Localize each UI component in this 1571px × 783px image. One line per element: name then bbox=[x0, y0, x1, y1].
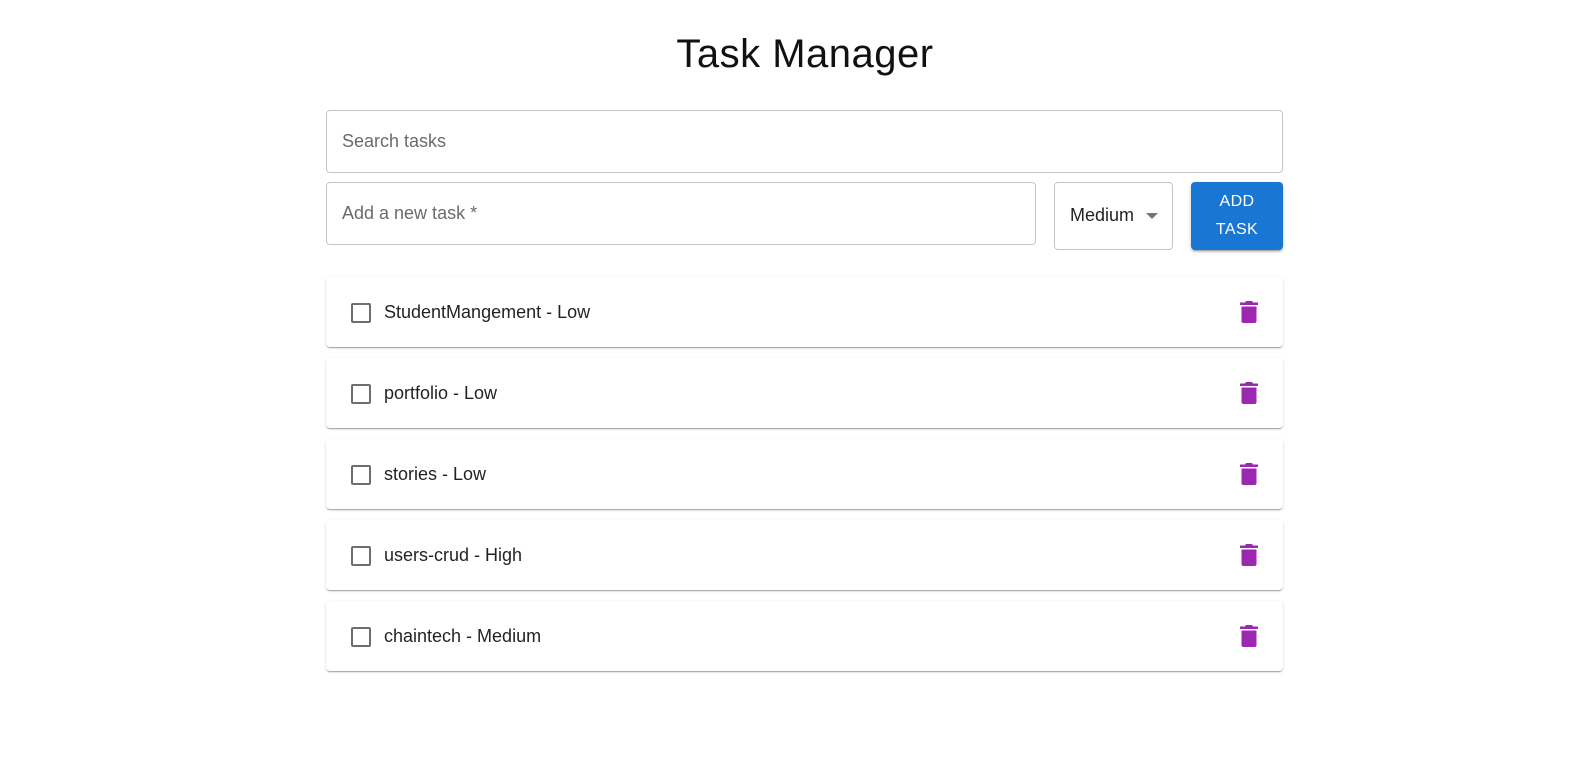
task-item: users-crud - High bbox=[326, 520, 1283, 590]
delete-task-button[interactable] bbox=[1232, 457, 1266, 491]
task-manager-app: Task Manager Medium ADD TASK StudentMang… bbox=[0, 0, 1571, 783]
task-list: StudentMangement - Low portfolio - Low s… bbox=[326, 277, 1283, 682]
task-item: chaintech - Medium bbox=[326, 601, 1283, 671]
task-item: stories - Low bbox=[326, 439, 1283, 509]
delete-task-button[interactable] bbox=[1232, 376, 1266, 410]
checkbox-unchecked-icon[interactable] bbox=[351, 546, 371, 566]
trash-icon bbox=[1240, 382, 1258, 404]
priority-select[interactable]: Medium bbox=[1054, 182, 1173, 250]
checkbox-unchecked-icon[interactable] bbox=[351, 627, 371, 647]
delete-task-button[interactable] bbox=[1232, 619, 1266, 653]
new-task-field[interactable] bbox=[326, 182, 1036, 245]
task-item: StudentMangement - Low bbox=[326, 277, 1283, 347]
search-input[interactable] bbox=[327, 111, 1282, 172]
checkbox-unchecked-icon[interactable] bbox=[351, 303, 371, 323]
trash-icon bbox=[1240, 544, 1258, 566]
add-task-button[interactable]: ADD TASK bbox=[1191, 182, 1283, 250]
trash-icon bbox=[1240, 301, 1258, 323]
task-label: portfolio - Low bbox=[384, 383, 498, 403]
page-title: Task Manager bbox=[676, 32, 934, 76]
task-item: portfolio - Low bbox=[326, 358, 1283, 428]
new-task-input[interactable] bbox=[327, 183, 1035, 244]
delete-task-button[interactable] bbox=[1232, 295, 1266, 329]
task-label: chaintech - Medium bbox=[384, 626, 542, 646]
checkbox-unchecked-icon[interactable] bbox=[351, 384, 371, 404]
delete-task-button[interactable] bbox=[1232, 538, 1266, 572]
task-label: users-crud - High bbox=[384, 545, 523, 565]
priority-select-value: Medium bbox=[1070, 205, 1135, 225]
checkbox-unchecked-icon[interactable] bbox=[351, 465, 371, 485]
trash-icon bbox=[1240, 625, 1258, 647]
task-label: StudentMangement - Low bbox=[384, 302, 591, 322]
trash-icon bbox=[1240, 463, 1258, 485]
task-label: stories - Low bbox=[384, 464, 487, 484]
chevron-down-icon bbox=[1146, 213, 1158, 219]
search-field[interactable] bbox=[326, 110, 1283, 173]
